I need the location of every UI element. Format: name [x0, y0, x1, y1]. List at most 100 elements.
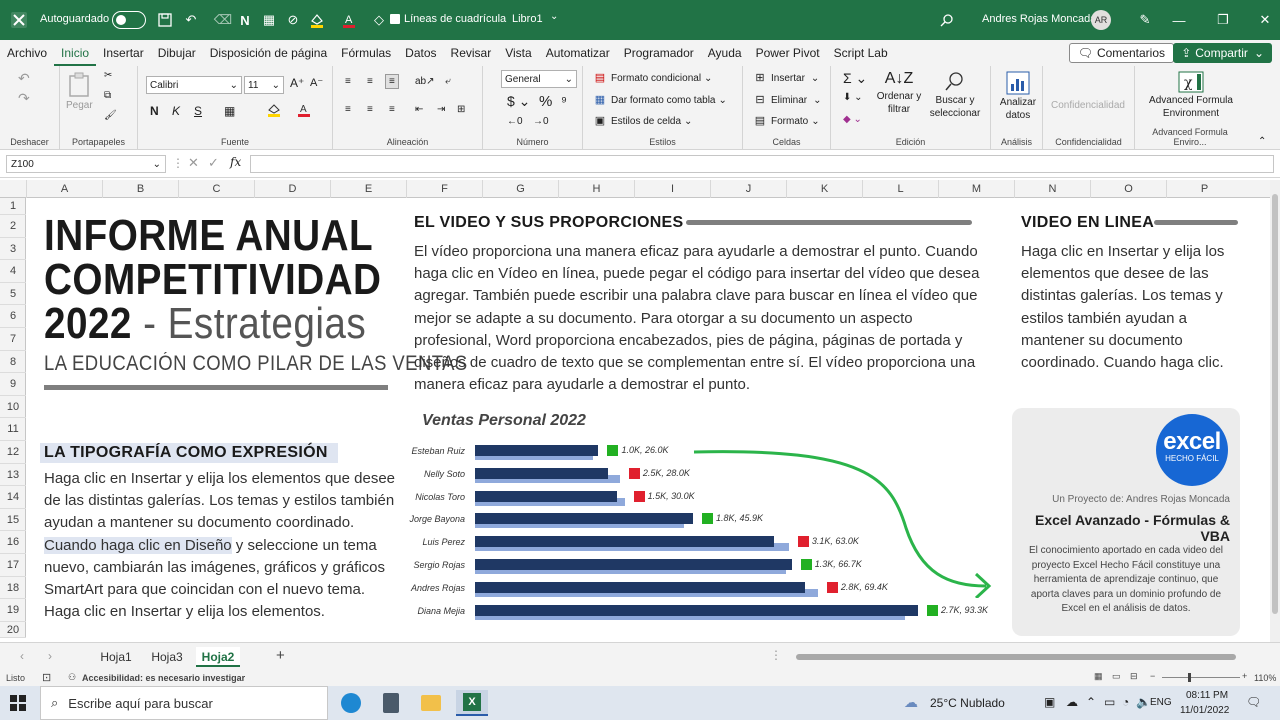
align-middle-icon[interactable]: ≡: [367, 76, 373, 87]
paste-button[interactable]: Pegar: [66, 72, 93, 111]
grow-font-icon[interactable]: A⁺: [290, 76, 304, 90]
conditional-format-button[interactable]: ▤ Formato condicional ⌄: [593, 72, 713, 84]
indent-decrease-icon[interactable]: ⇤: [415, 104, 423, 115]
zoom-out-icon[interactable]: −: [1150, 671, 1155, 681]
select-all-corner[interactable]: [0, 180, 26, 198]
weather-icon[interactable]: ☁: [904, 694, 918, 711]
shrink-font-icon[interactable]: A⁻: [310, 76, 323, 89]
tab-disposicion[interactable]: Disposición de página: [203, 40, 334, 66]
chevron-down-icon[interactable]: ⌄: [550, 11, 558, 22]
row-header[interactable]: 4: [0, 260, 26, 283]
insert-function-icon[interactable]: fx: [230, 155, 241, 169]
column-header[interactable]: O: [1090, 180, 1166, 198]
network-icon[interactable]: ◔: [1122, 695, 1129, 709]
avatar[interactable]: AR: [1091, 10, 1111, 30]
normal-view-icon[interactable]: ▦: [1094, 671, 1103, 682]
row-header[interactable]: 6: [0, 305, 26, 328]
row-header[interactable]: 8: [0, 351, 26, 374]
zoom-level[interactable]: 110%: [1254, 673, 1276, 683]
minimize-icon[interactable]: —: [1168, 9, 1190, 31]
column-header[interactable]: D: [254, 180, 330, 198]
bold-icon[interactable]: N: [234, 9, 256, 31]
edge-icon[interactable]: [338, 690, 364, 716]
more-options-icon[interactable]: ⋮: [770, 648, 782, 662]
cancel-icon[interactable]: ✕: [188, 155, 199, 171]
column-header[interactable]: C: [178, 180, 254, 198]
format-painter-icon[interactable]: ⌫: [212, 9, 234, 31]
copy-icon[interactable]: ⧉: [104, 90, 111, 101]
tab-prev-icon[interactable]: ‹: [20, 649, 24, 663]
format-table-button[interactable]: ▦ Dar formato como tabla ⌄: [593, 94, 727, 106]
add-sheet-button[interactable]: +: [276, 647, 285, 664]
autosave-toggle[interactable]: [112, 11, 146, 29]
macro-record-icon[interactable]: ⊡: [42, 671, 51, 684]
row-header[interactable]: 16: [0, 531, 26, 554]
zoom-slider-thumb[interactable]: [1188, 673, 1191, 682]
taskbar-search[interactable]: ⌕ Escribe aquí para buscar: [40, 686, 328, 720]
orientation-icon[interactable]: ab↗: [415, 76, 435, 87]
tray-icon[interactable]: ▣: [1044, 695, 1055, 709]
comments-button[interactable]: 🗨 Comentarios: [1068, 43, 1174, 63]
column-header[interactable]: B: [102, 180, 178, 198]
tab-revisar[interactable]: Revisar: [444, 40, 499, 66]
worksheet[interactable]: INFORME ANUAL COMPETITIVIDAD 2022 - Estr…: [26, 198, 1270, 638]
clear-icon[interactable]: ◆ ⌄: [843, 114, 862, 125]
enter-icon[interactable]: ✓: [208, 155, 219, 171]
zoom-slider[interactable]: [1162, 677, 1240, 678]
font-color-icon[interactable]: A: [338, 9, 360, 31]
clear-format-icon[interactable]: ⊘: [282, 9, 304, 31]
chevron-up-icon[interactable]: ⌃: [1086, 695, 1096, 709]
column-header[interactable]: E: [330, 180, 406, 198]
indent-increase-icon[interactable]: ⇥: [437, 104, 445, 115]
align-top-icon[interactable]: ≡: [345, 76, 351, 87]
cell-styles-button[interactable]: ▣ Estilos de celda ⌄: [593, 115, 693, 127]
row-header[interactable]: 13: [0, 464, 26, 487]
formula-input[interactable]: [250, 155, 1274, 173]
tab-formulas[interactable]: Fórmulas: [334, 40, 398, 66]
tab-next-icon[interactable]: ›: [48, 649, 52, 663]
redo-icon[interactable]: ↷: [18, 90, 30, 107]
row-header[interactable]: 3: [0, 238, 26, 261]
windows-start-icon[interactable]: [10, 695, 26, 714]
row-header[interactable]: 12: [0, 441, 26, 464]
volume-icon[interactable]: 🔈: [1136, 695, 1151, 709]
column-header[interactable]: M: [938, 180, 1014, 198]
cut-icon[interactable]: ✂: [104, 70, 112, 81]
wrap-text-icon[interactable]: ⤶: [445, 76, 451, 87]
row-header[interactable]: 19: [0, 599, 26, 622]
tab-ayuda[interactable]: Ayuda: [701, 40, 749, 66]
format-cells-button[interactable]: ▤ Formato ⌄: [753, 115, 820, 127]
calculator-icon[interactable]: [378, 690, 404, 716]
row-header[interactable]: 20: [0, 622, 26, 638]
align-center-icon[interactable]: ≡: [367, 104, 373, 115]
borders-icon[interactable]: ▦: [258, 9, 280, 31]
font-color-icon[interactable]: A: [296, 102, 312, 118]
merge-icon[interactable]: ⊞: [457, 104, 465, 115]
tab-inicio[interactable]: Inicio: [54, 40, 97, 66]
pen-icon[interactable]: ✎: [1134, 9, 1156, 31]
row-header[interactable]: 5: [0, 283, 26, 306]
row-header[interactable]: 11: [0, 418, 26, 441]
accessibility-status[interactable]: Accesibilidad: es necesario investigar: [82, 673, 245, 683]
cloud-icon[interactable]: ☁: [1066, 695, 1078, 709]
currency-icon[interactable]: $ ⌄: [507, 93, 530, 110]
eraser-icon[interactable]: ◇: [368, 9, 390, 31]
sheet-tab-hoja3[interactable]: Hoja3: [144, 647, 190, 667]
file-name[interactable]: Libro1: [512, 13, 543, 25]
bold-button[interactable]: N: [150, 104, 159, 118]
column-header[interactable]: A: [26, 180, 102, 198]
undo-icon[interactable]: ↶: [180, 9, 202, 31]
delete-cells-button[interactable]: ⊟ Eliminar ⌄: [753, 94, 821, 106]
tab-power-pivot[interactable]: Power Pivot: [749, 40, 827, 66]
number-format-select[interactable]: General ⌄: [501, 70, 577, 88]
page-layout-icon[interactable]: ▭: [1112, 671, 1121, 682]
row-header[interactable]: 15: [0, 509, 26, 532]
row-header[interactable]: 14: [0, 486, 26, 509]
find-select-button[interactable]: Buscar y seleccionar: [927, 70, 983, 120]
tab-vista[interactable]: Vista: [498, 40, 538, 66]
fill-icon[interactable]: ⬇ ⌄: [843, 92, 863, 103]
row-header[interactable]: 2: [0, 215, 26, 238]
underline-button[interactable]: S: [194, 104, 202, 118]
share-button[interactable]: ⇪ Compartir ⌄: [1173, 43, 1272, 63]
battery-icon[interactable]: ▭: [1104, 695, 1115, 709]
